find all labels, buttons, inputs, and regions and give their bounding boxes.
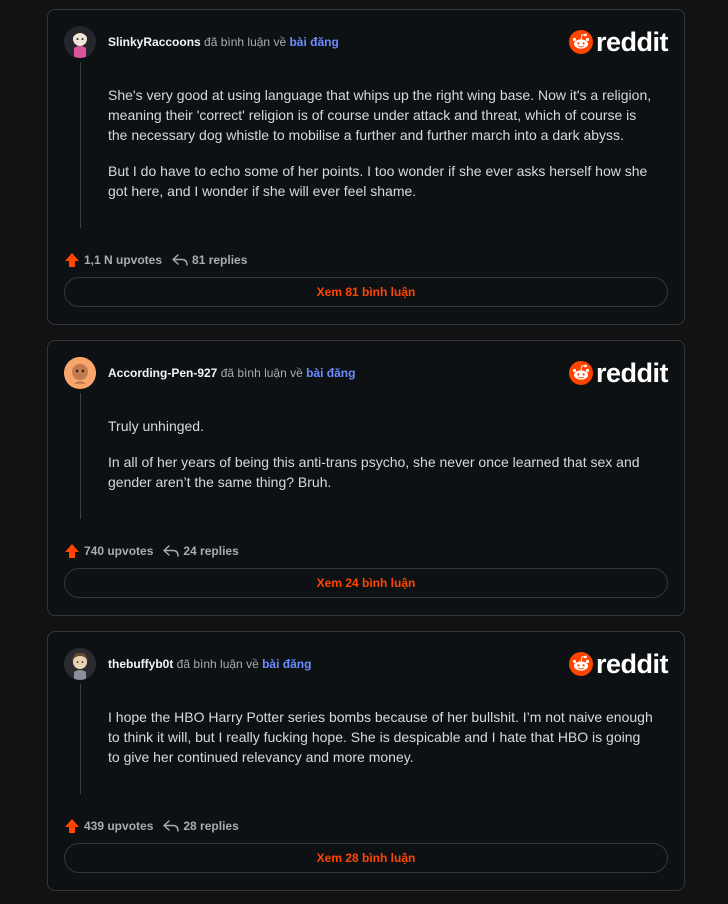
reddit-logo[interactable]: reddit bbox=[568, 648, 669, 679]
thread-line bbox=[80, 393, 81, 519]
upvote-icon[interactable] bbox=[64, 543, 80, 559]
comment-stats: 740 upvotes 24 replies bbox=[64, 543, 239, 559]
upvote-icon[interactable] bbox=[64, 252, 80, 268]
thread-line bbox=[80, 684, 81, 794]
view-comments-button[interactable]: Xem 81 bình luận bbox=[64, 277, 668, 307]
comment-body: Truly unhinged. In all of her years of b… bbox=[108, 416, 654, 508]
comment-stats: 1,1 N upvotes 81 replies bbox=[64, 252, 247, 268]
username[interactable]: SlinkyRaccoons bbox=[108, 35, 201, 49]
username[interactable]: thebuffyb0t bbox=[108, 657, 173, 671]
comment-stats: 439 upvotes 28 replies bbox=[64, 818, 239, 834]
comment-paragraph: Truly unhinged. bbox=[108, 418, 204, 434]
commented-on-text: đã bình luận về bbox=[204, 35, 287, 49]
reddit-logo[interactable]: reddit bbox=[568, 357, 669, 388]
upvote-count: 1,1 N upvotes bbox=[84, 253, 163, 267]
comment-header: thebuffyb0t đã bình luận về bài đăng red… bbox=[64, 647, 669, 681]
reddit-snoo-icon bbox=[568, 30, 593, 54]
thread-line bbox=[80, 62, 81, 228]
avatar[interactable] bbox=[64, 357, 96, 389]
comment-meta: thebuffyb0t đã bình luận về bài đăng bbox=[108, 657, 311, 671]
commented-on-text: đã bình luận về bbox=[176, 657, 259, 671]
comment-header: According-Pen-927 đã bình luận về bài đă… bbox=[64, 356, 669, 390]
comment-paragraph: In all of her years of being this anti-t… bbox=[108, 454, 640, 490]
reddit-logo[interactable]: reddit bbox=[568, 26, 669, 57]
comment-meta: According-Pen-927 đã bình luận về bài đă… bbox=[108, 366, 355, 380]
comment-body: She's very good at using language that w… bbox=[108, 85, 654, 217]
reddit-snoo-icon bbox=[568, 652, 593, 676]
reddit-wordmark: reddit bbox=[595, 648, 669, 679]
avatar[interactable] bbox=[64, 26, 96, 58]
comment-header: SlinkyRaccoons đã bình luận về bài đăng … bbox=[64, 25, 669, 59]
comment-paragraph: But I do have to echo some of her points… bbox=[108, 163, 648, 199]
comment-card-3: thebuffyb0t đã bình luận về bài đăng red… bbox=[47, 631, 685, 891]
comment-paragraph: She's very good at using language that w… bbox=[108, 87, 652, 143]
reply-count: 28 replies bbox=[183, 819, 239, 833]
upvote-count: 439 upvotes bbox=[84, 819, 154, 833]
upvote-icon[interactable] bbox=[64, 818, 80, 834]
reddit-snoo-icon bbox=[568, 361, 593, 385]
view-comments-button[interactable]: Xem 24 bình luận bbox=[64, 568, 668, 598]
comment-meta: SlinkyRaccoons đã bình luận về bài đăng bbox=[108, 35, 339, 49]
upvote-count: 740 upvotes bbox=[84, 544, 154, 558]
comment-card-2: According-Pen-927 đã bình luận về bài đă… bbox=[47, 340, 685, 616]
reply-icon[interactable] bbox=[163, 544, 180, 558]
post-link[interactable]: bài đăng bbox=[306, 366, 355, 380]
post-link[interactable]: bài đăng bbox=[262, 657, 311, 671]
commented-on-text: đã bình luận về bbox=[220, 366, 303, 380]
username[interactable]: According-Pen-927 bbox=[108, 366, 217, 380]
view-comments-button[interactable]: Xem 28 bình luận bbox=[64, 843, 668, 873]
reddit-wordmark: reddit bbox=[595, 26, 669, 57]
comment-paragraph: I hope the HBO Harry Potter series bombs… bbox=[108, 709, 653, 765]
reply-count: 24 replies bbox=[183, 544, 239, 558]
comment-body: I hope the HBO Harry Potter series bombs… bbox=[108, 707, 654, 783]
comment-card-1: SlinkyRaccoons đã bình luận về bài đăng … bbox=[47, 9, 685, 325]
avatar[interactable] bbox=[64, 648, 96, 680]
reddit-wordmark: reddit bbox=[595, 357, 669, 388]
reply-icon[interactable] bbox=[163, 819, 180, 833]
reply-count: 81 replies bbox=[192, 253, 248, 267]
reply-icon[interactable] bbox=[172, 253, 188, 267]
post-link[interactable]: bài đăng bbox=[289, 35, 338, 49]
